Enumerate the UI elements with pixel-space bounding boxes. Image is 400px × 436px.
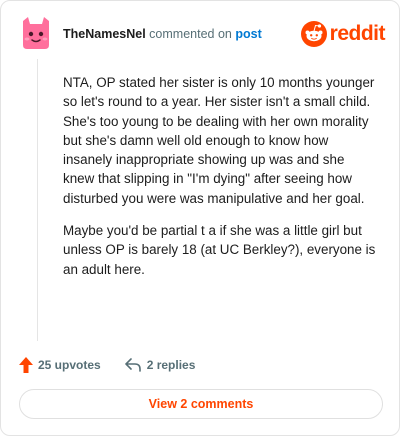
action-text: commented on <box>149 27 232 41</box>
comment-paragraph: NTA, OP stated her sister is only 10 mon… <box>63 75 375 206</box>
upvote-button[interactable]: 25 upvotes <box>19 357 101 373</box>
byline: TheNamesNel commented on post <box>63 27 262 41</box>
post-link[interactable]: post <box>235 27 261 41</box>
username-link[interactable]: TheNamesNel <box>63 27 146 41</box>
comment-card: TheNamesNel commented on post reddit NTA… <box>0 0 400 436</box>
upvote-count: 25 upvotes <box>38 358 101 372</box>
reddit-logo-icon <box>300 21 327 47</box>
snoo-avatar-icon[interactable] <box>19 15 53 51</box>
reply-count: 2 replies <box>146 358 196 372</box>
comment-body: NTA, OP stated her sister is only 10 mon… <box>63 73 379 292</box>
reddit-wordmark: reddit <box>329 22 386 45</box>
reply-arrow-icon <box>124 358 141 372</box>
replies-button[interactable]: 2 replies <box>124 358 196 372</box>
comment-header: TheNamesNel commented on post reddit <box>19 15 386 55</box>
reddit-brand[interactable]: reddit <box>300 19 386 49</box>
view-comments-button[interactable]: View 2 comments <box>19 389 383 419</box>
thread-line <box>37 59 38 341</box>
comment-paragraph: Maybe you'd be partial t a if she was a … <box>63 223 376 277</box>
upvote-arrow-icon <box>19 357 33 373</box>
comment-actions: 25 upvotes 2 replies <box>19 355 195 375</box>
